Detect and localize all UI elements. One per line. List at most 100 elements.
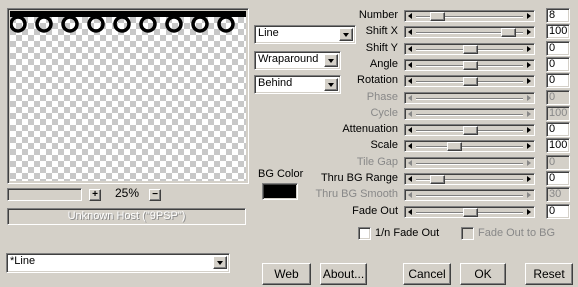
slider-tile-gap[interactable] — [404, 157, 535, 169]
slider-groove — [416, 146, 523, 148]
arrow-right-icon[interactable] — [527, 46, 531, 52]
slider-thumb[interactable] — [463, 45, 478, 54]
arrow-right-icon[interactable] — [527, 78, 531, 84]
arrow-left-icon[interactable] — [408, 29, 412, 35]
slider-thumb[interactable] — [447, 142, 462, 151]
param-label-fade-out: Fade Out — [352, 205, 398, 217]
arrow-left-icon[interactable] — [408, 160, 412, 166]
reset-button[interactable]: Reset — [525, 263, 573, 285]
host-label: Unknown Host ("9PSP") — [7, 208, 246, 225]
cancel-button[interactable]: Cancel — [403, 263, 451, 285]
zoom-in-button[interactable]: + — [89, 189, 101, 201]
slider-attenuation[interactable] — [404, 124, 535, 136]
slider-fade-out[interactable] — [404, 206, 535, 218]
value-field-angle[interactable]: 0 — [546, 57, 570, 72]
param-label-scale: Scale — [370, 139, 398, 151]
zoom-out-button[interactable]: − — [149, 189, 161, 201]
slider-cycle[interactable] — [404, 108, 535, 120]
value-field-tile-gap[interactable]: 0 — [546, 155, 570, 170]
slider-phase[interactable] — [404, 92, 535, 104]
slider-thumb[interactable] — [463, 61, 478, 70]
arrow-left-icon[interactable] — [408, 95, 412, 101]
slider-groove — [416, 114, 523, 116]
arrow-left-icon[interactable] — [408, 143, 412, 149]
arrow-left-icon[interactable] — [408, 78, 412, 84]
ok-button[interactable]: OK — [460, 263, 506, 285]
arrow-right-icon[interactable] — [527, 95, 531, 101]
chevron-down-icon[interactable] — [324, 54, 338, 67]
arrow-left-icon[interactable] — [408, 127, 412, 133]
zoom-scrollbar[interactable] — [7, 188, 82, 201]
web-button[interactable]: Web — [262, 263, 311, 285]
arrow-right-icon[interactable] — [527, 29, 531, 35]
arrow-right-icon[interactable] — [527, 13, 531, 19]
slider-thumb[interactable] — [501, 28, 516, 37]
value-field-phase[interactable]: 0 — [546, 90, 570, 105]
arrow-left-icon[interactable] — [408, 192, 412, 198]
chevron-down-icon[interactable] — [339, 28, 353, 41]
param-label-tile-gap: Tile Gap — [356, 156, 398, 168]
slider-groove — [416, 195, 523, 197]
about-button[interactable]: About... — [320, 263, 367, 285]
arrow-right-icon[interactable] — [527, 62, 531, 68]
fade-1n-label: 1/n Fade Out — [375, 227, 440, 239]
arrow-left-icon[interactable] — [408, 111, 412, 117]
param-label-thru-bg-smooth: Thru BG Smooth — [315, 188, 398, 200]
param-label-cycle: Cycle — [370, 107, 398, 119]
value-field-thru-bg-smooth[interactable]: 30 — [546, 187, 570, 202]
value-field-shift-y[interactable]: 0 — [546, 41, 570, 56]
value-field-scale[interactable]: 100 — [546, 138, 570, 153]
preset-dropdown[interactable]: *Line — [6, 253, 230, 273]
slider-shift-y[interactable] — [404, 43, 535, 55]
value-field-fade-out[interactable]: 0 — [546, 204, 570, 219]
slider-number[interactable] — [404, 10, 535, 22]
fade-to-bg-checkbox[interactable] — [461, 227, 474, 240]
slider-thru-bg-range[interactable] — [404, 173, 535, 185]
preset-dropdown-value: *Line — [10, 255, 36, 267]
slider-thumb[interactable] — [463, 77, 478, 86]
arrow-right-icon[interactable] — [527, 160, 531, 166]
value-field-cycle[interactable]: 100 — [546, 106, 570, 121]
chevron-down-icon[interactable] — [324, 78, 338, 91]
slider-angle[interactable] — [404, 59, 535, 71]
slider-rotation[interactable] — [404, 75, 535, 87]
arrow-right-icon[interactable] — [527, 176, 531, 182]
arrow-left-icon[interactable] — [408, 209, 412, 215]
edge-mode-dropdown-value: Wraparound — [258, 53, 319, 65]
value-field-attenuation[interactable]: 0 — [546, 122, 570, 137]
param-label-phase: Phase — [366, 91, 398, 103]
arrow-right-icon[interactable] — [527, 209, 531, 215]
value-field-number[interactable]: 8 — [546, 8, 570, 23]
bg-color-swatch[interactable] — [262, 183, 298, 200]
arrow-right-icon[interactable] — [527, 111, 531, 117]
chevron-down-icon[interactable] — [213, 256, 227, 269]
param-label-shift-y: Shift Y — [365, 42, 398, 54]
value-field-thru-bg-range[interactable]: 0 — [546, 171, 570, 186]
slider-thumb[interactable] — [430, 175, 445, 184]
slider-groove — [416, 163, 523, 165]
arrow-right-icon[interactable] — [527, 192, 531, 198]
zoom-level: 25% — [114, 186, 140, 200]
slider-thumb[interactable] — [463, 208, 478, 217]
shape-dropdown[interactable]: Line — [254, 25, 356, 44]
slider-shift-x[interactable] — [404, 26, 535, 38]
value-field-rotation[interactable]: 0 — [546, 73, 570, 88]
arrow-left-icon[interactable] — [408, 176, 412, 182]
param-label-attenuation: Attenuation — [342, 123, 398, 135]
edge-mode-dropdown[interactable]: Wraparound — [254, 51, 341, 70]
fade-1n-checkbox[interactable] — [358, 227, 371, 240]
slider-scale[interactable] — [404, 140, 535, 152]
arrow-right-icon[interactable] — [527, 127, 531, 133]
arrow-left-icon[interactable] — [408, 46, 412, 52]
shape-dropdown-value: Line — [258, 27, 279, 39]
slider-thumb[interactable] — [463, 126, 478, 135]
arrow-right-icon[interactable] — [527, 143, 531, 149]
layer-dropdown[interactable]: Behind — [254, 75, 341, 94]
slider-thumb[interactable] — [430, 12, 445, 21]
preview-canvas[interactable] — [10, 11, 246, 181]
arrow-left-icon[interactable] — [408, 13, 412, 19]
preview-image — [10, 11, 246, 33]
slider-thru-bg-smooth[interactable] — [404, 189, 535, 201]
value-field-shift-x[interactable]: 100 — [546, 24, 570, 39]
arrow-left-icon[interactable] — [408, 62, 412, 68]
